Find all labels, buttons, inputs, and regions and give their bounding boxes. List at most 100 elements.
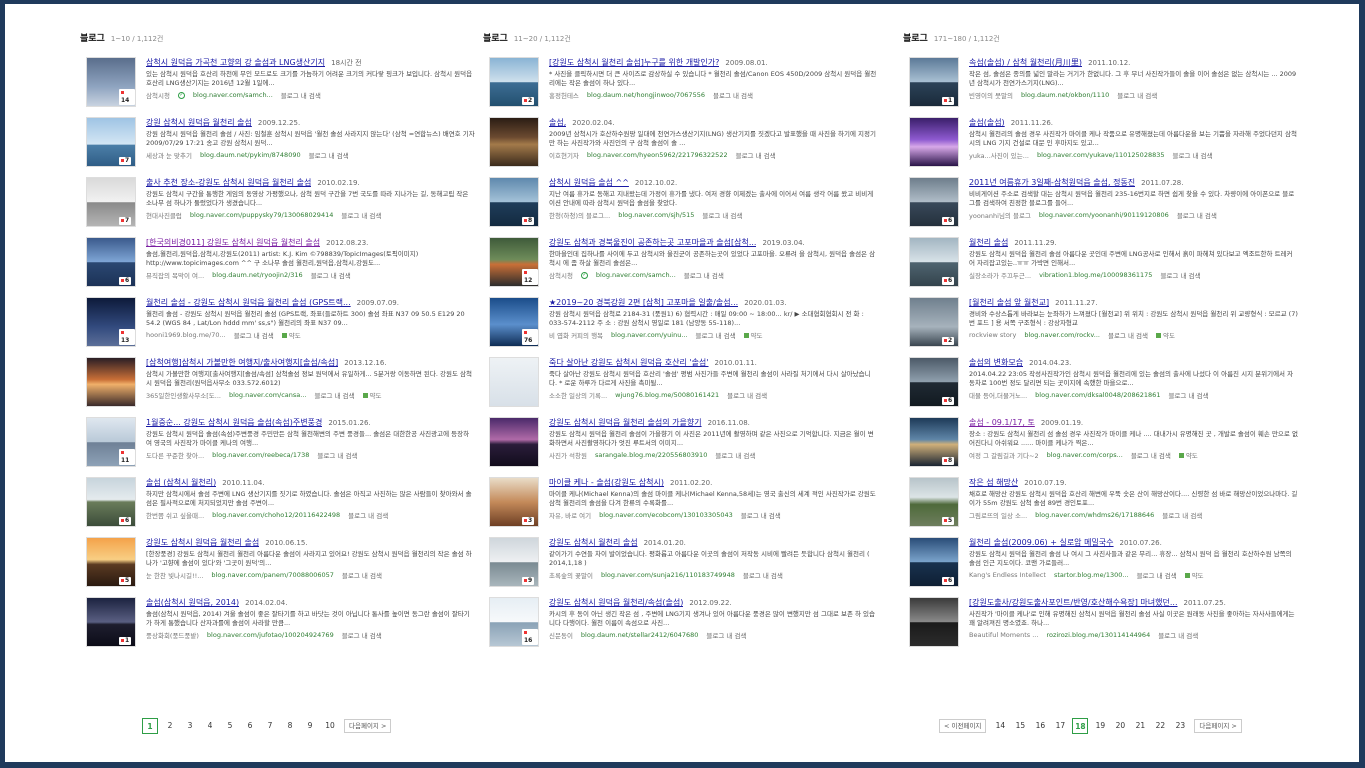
blog-url-link[interactable]: blog.naver.com/reebeca/1738 — [212, 451, 309, 459]
search-in-blog-link[interactable]: 블로그 내 검색 — [702, 210, 742, 220]
result-thumbnail[interactable]: 8 — [909, 417, 959, 467]
result-title-link[interactable]: 삼척시 원덕읍 솔섬 ^^ — [549, 177, 629, 188]
blog-url-link[interactable]: wjung76.blog.me/50080161421 — [615, 391, 719, 399]
result-thumbnail[interactable]: 6 — [909, 177, 959, 227]
blog-name[interactable]: 빈영이의 뭇말의 — [969, 90, 1013, 100]
result-title-link[interactable]: 삼척시 원덕읍 가곡천 고향의 강 솔섬과 LNG생산기지 — [146, 57, 325, 68]
result-title-link[interactable]: [한국의비경011] 강원도 삼척시 원덕읍 월천리 솔섬 — [146, 237, 320, 248]
result-thumbnail[interactable]: 2 — [489, 57, 539, 107]
page-number-10[interactable]: 10 — [320, 718, 340, 734]
result-title-link[interactable]: 강원도 삼척시 원덕읍 월천리 솔섬 — [146, 537, 259, 548]
blog-url-link[interactable]: blog.naver.com/puppysky79/130068029414 — [190, 211, 333, 219]
page-number-9[interactable]: 9 — [300, 718, 320, 734]
result-thumbnail[interactable] — [86, 357, 136, 407]
search-in-blog-link[interactable]: 블로그 내 검색 — [696, 330, 736, 340]
blog-name[interactable]: Beautiful Moments ... — [969, 631, 1038, 639]
search-in-blog-link[interactable]: 블로그 내 검색 — [1168, 390, 1208, 400]
search-in-blog-link[interactable]: 블로그 내 검색 — [1137, 570, 1177, 580]
search-in-blog-link[interactable]: 블로그 내 검색 — [342, 570, 382, 580]
page-number-6[interactable]: 6 — [240, 718, 260, 734]
search-in-blog-link[interactable]: 블로그 내 검색 — [281, 90, 321, 100]
search-in-blog-link[interactable]: 블로그 내 검색 — [713, 90, 753, 100]
search-in-blog-link[interactable]: 블로그 내 검색 — [684, 270, 724, 280]
blog-name[interactable]: 초록숲의 꽃말이 — [549, 570, 593, 580]
page-number-18[interactable]: 18 — [1072, 718, 1089, 734]
page-number-2[interactable]: 2 — [160, 718, 180, 734]
blog-url-link[interactable]: blog.naver.com/dksal0048/208621861 — [1035, 391, 1160, 399]
result-title-link[interactable]: 강원도 삼척시 월천리 솔섬 — [549, 537, 638, 548]
result-title-link[interactable]: 월천리 솔섬 — [969, 237, 1008, 248]
blog-name[interactable]: 한번쯤 쉬고 싶을때... — [146, 510, 204, 520]
blog-url-link[interactable]: blog.naver.com/ecobcom/130103305043 — [599, 511, 733, 519]
result-thumbnail[interactable]: 6 — [909, 357, 959, 407]
result-title-link[interactable]: 강원도 삼척시 원덕읍 월천리 솔섬의 가을향기 — [549, 417, 702, 428]
page-number-20[interactable]: 20 — [1110, 718, 1130, 734]
result-title-link[interactable]: 월천리 솔섬 - 강원도 삼척시 원덕읍 월천리 솔섬 (GPS트랙... — [146, 297, 351, 308]
blog-name[interactable]: hooni1969.blog.me/70... — [146, 331, 226, 339]
search-in-blog-link[interactable]: 블로그 내 검색 — [706, 630, 746, 640]
result-title-link[interactable]: 죽다 살아난 강원도 삼척시 원덕읍 호산리 '솔섬' — [549, 357, 709, 368]
map-link[interactable]: 약도 — [1179, 450, 1198, 460]
result-title-link[interactable]: 작은 섬 해망산 — [969, 477, 1018, 488]
search-in-blog-link[interactable]: 블로그 내 검색 — [1160, 270, 1200, 280]
blog-name[interactable]: Kang's Endless Intellect — [969, 571, 1046, 579]
blog-url-link[interactable]: blog.naver.com/sunja216/110183749948 — [601, 571, 735, 579]
result-thumbnail[interactable]: 12 — [489, 237, 539, 287]
blog-url-link[interactable]: blog.naver.com/samch... — [596, 271, 676, 279]
blog-url-link[interactable]: startor.blog.me/1300... — [1054, 571, 1129, 579]
blog-name[interactable]: 사진가 석창원 — [549, 450, 587, 460]
search-in-blog-link[interactable]: 블로그 내 검색 — [341, 210, 381, 220]
result-title-link[interactable]: 2011년 여름휴가 3일째-삼척원덕읍 솔섬, 정동진 — [969, 177, 1135, 188]
blog-url-link[interactable]: blog.naver.com/cansa... — [229, 391, 307, 399]
result-thumbnail[interactable]: 16 — [489, 597, 539, 647]
next-page-button[interactable]: 다음페이지 > — [1194, 719, 1242, 733]
blog-url-link[interactable]: rozirozi.blog.me/130114144964 — [1046, 631, 1150, 639]
result-thumbnail[interactable]: 6 — [909, 237, 959, 287]
blog-name[interactable]: 비 엽화 커피의 행복 — [549, 330, 603, 340]
blog-name[interactable]: 세상과 눈 맞추기 — [146, 150, 192, 160]
search-in-blog-link[interactable]: 블로그 내 검색 — [736, 150, 776, 160]
result-thumbnail[interactable] — [489, 417, 539, 467]
search-in-blog-link[interactable]: 블로그 내 검색 — [348, 510, 388, 520]
blog-url-link[interactable]: blog.naver.com/yoonanhi/90119120806 — [1039, 211, 1169, 219]
blog-name[interactable]: 홍정헌테스 — [549, 90, 579, 100]
page-number-23[interactable]: 23 — [1170, 718, 1190, 734]
page-number-8[interactable]: 8 — [280, 718, 300, 734]
blog-url-link[interactable]: vibration1.blog.me/100098361175 — [1039, 271, 1152, 279]
search-in-blog-link[interactable]: 블로그 내 검색 — [314, 390, 354, 400]
blog-url-link[interactable]: blog.naver.com/samch... — [193, 91, 273, 99]
blog-url-link[interactable]: blog.daum.net/ryoojin2/316 — [212, 271, 303, 279]
result-title-link[interactable]: 솔섬, — [549, 117, 566, 128]
map-link[interactable]: 약도 — [744, 330, 763, 340]
search-in-blog-link[interactable]: 블로그 내 검색 — [342, 630, 382, 640]
search-in-blog-link[interactable]: 블로그 내 검색 — [309, 150, 349, 160]
blog-name[interactable]: 자유, 바로 여기 — [549, 510, 591, 520]
page-number-4[interactable]: 4 — [200, 718, 220, 734]
result-title-link[interactable]: 출사 추천 장소-강원도 삼척시 원덕읍 월천리 솔섬 — [146, 177, 311, 188]
blog-name[interactable]: 소소한 일상의 기록... — [549, 390, 607, 400]
blog-name[interactable]: 365일한인생활사무소[도... — [146, 390, 221, 400]
search-in-blog-link[interactable]: 블로그 내 검색 — [727, 390, 767, 400]
result-thumbnail[interactable]: 6 — [86, 477, 136, 527]
blog-name[interactable]: 눈 한찬 빛나시길!!... — [146, 570, 203, 580]
result-thumbnail[interactable]: 9 — [489, 537, 539, 587]
blog-name[interactable]: yuka...사진이 있는... — [969, 150, 1029, 160]
result-thumbnail[interactable] — [489, 357, 539, 407]
map-link[interactable]: 약도 — [363, 390, 382, 400]
map-link[interactable]: 약도 — [282, 330, 301, 340]
result-title-link[interactable]: 솔섬(삼척시 원덕읍, 2014) — [146, 597, 239, 608]
blog-url-link[interactable]: blog.naver.com/corps... — [1047, 451, 1123, 459]
page-number-3[interactable]: 3 — [180, 718, 200, 734]
search-in-blog-link[interactable]: 블로그 내 검색 — [743, 570, 783, 580]
page-number-19[interactable]: 19 — [1090, 718, 1110, 734]
blog-url-link[interactable]: blog.daum.net/pykim/8748090 — [200, 151, 301, 159]
blog-url-link[interactable]: blog.daum.net/okbon/1110 — [1021, 91, 1109, 99]
search-in-blog-link[interactable]: 블로그 내 검색 — [1117, 90, 1157, 100]
result-title-link[interactable]: 1월중순... 강원도 삼척시 원덕읍 솔섬(속섬)주변풍경 — [146, 417, 322, 428]
blog-url-link[interactable]: blog.naver.com/hyeon5962/221796322522 — [587, 151, 728, 159]
blog-name[interactable]: 삼척시청 — [549, 270, 573, 280]
result-title-link[interactable]: 솔섬 - 09.1/17, 토 — [969, 417, 1035, 428]
search-in-blog-link[interactable]: 블로그 내 검색 — [1108, 330, 1148, 340]
result-thumbnail[interactable]: 8 — [489, 177, 539, 227]
blog-name[interactable]: 도다른 꾸준한 찾아... — [146, 450, 204, 460]
